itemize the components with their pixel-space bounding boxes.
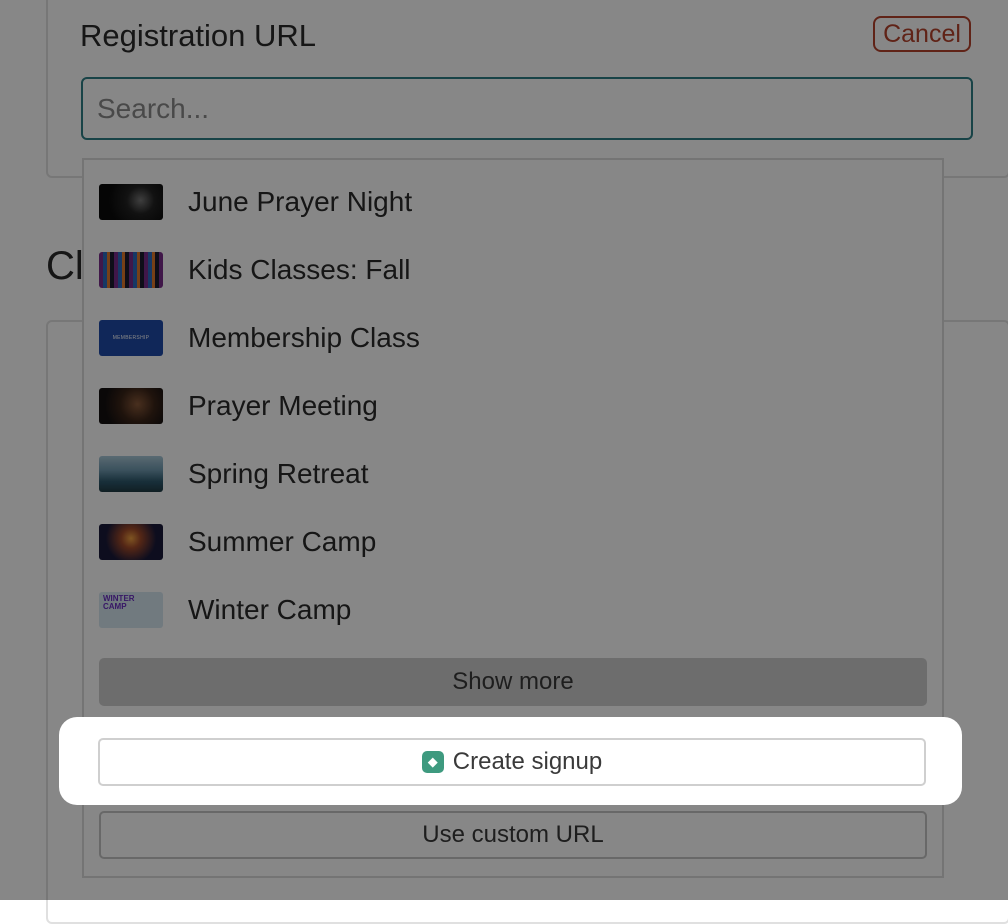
create-signup-button[interactable]: ◆ Create signup [98, 738, 926, 786]
signup-sparkle-icon: ◆ [421, 751, 444, 773]
create-signup-label: Create signup [452, 748, 603, 775]
